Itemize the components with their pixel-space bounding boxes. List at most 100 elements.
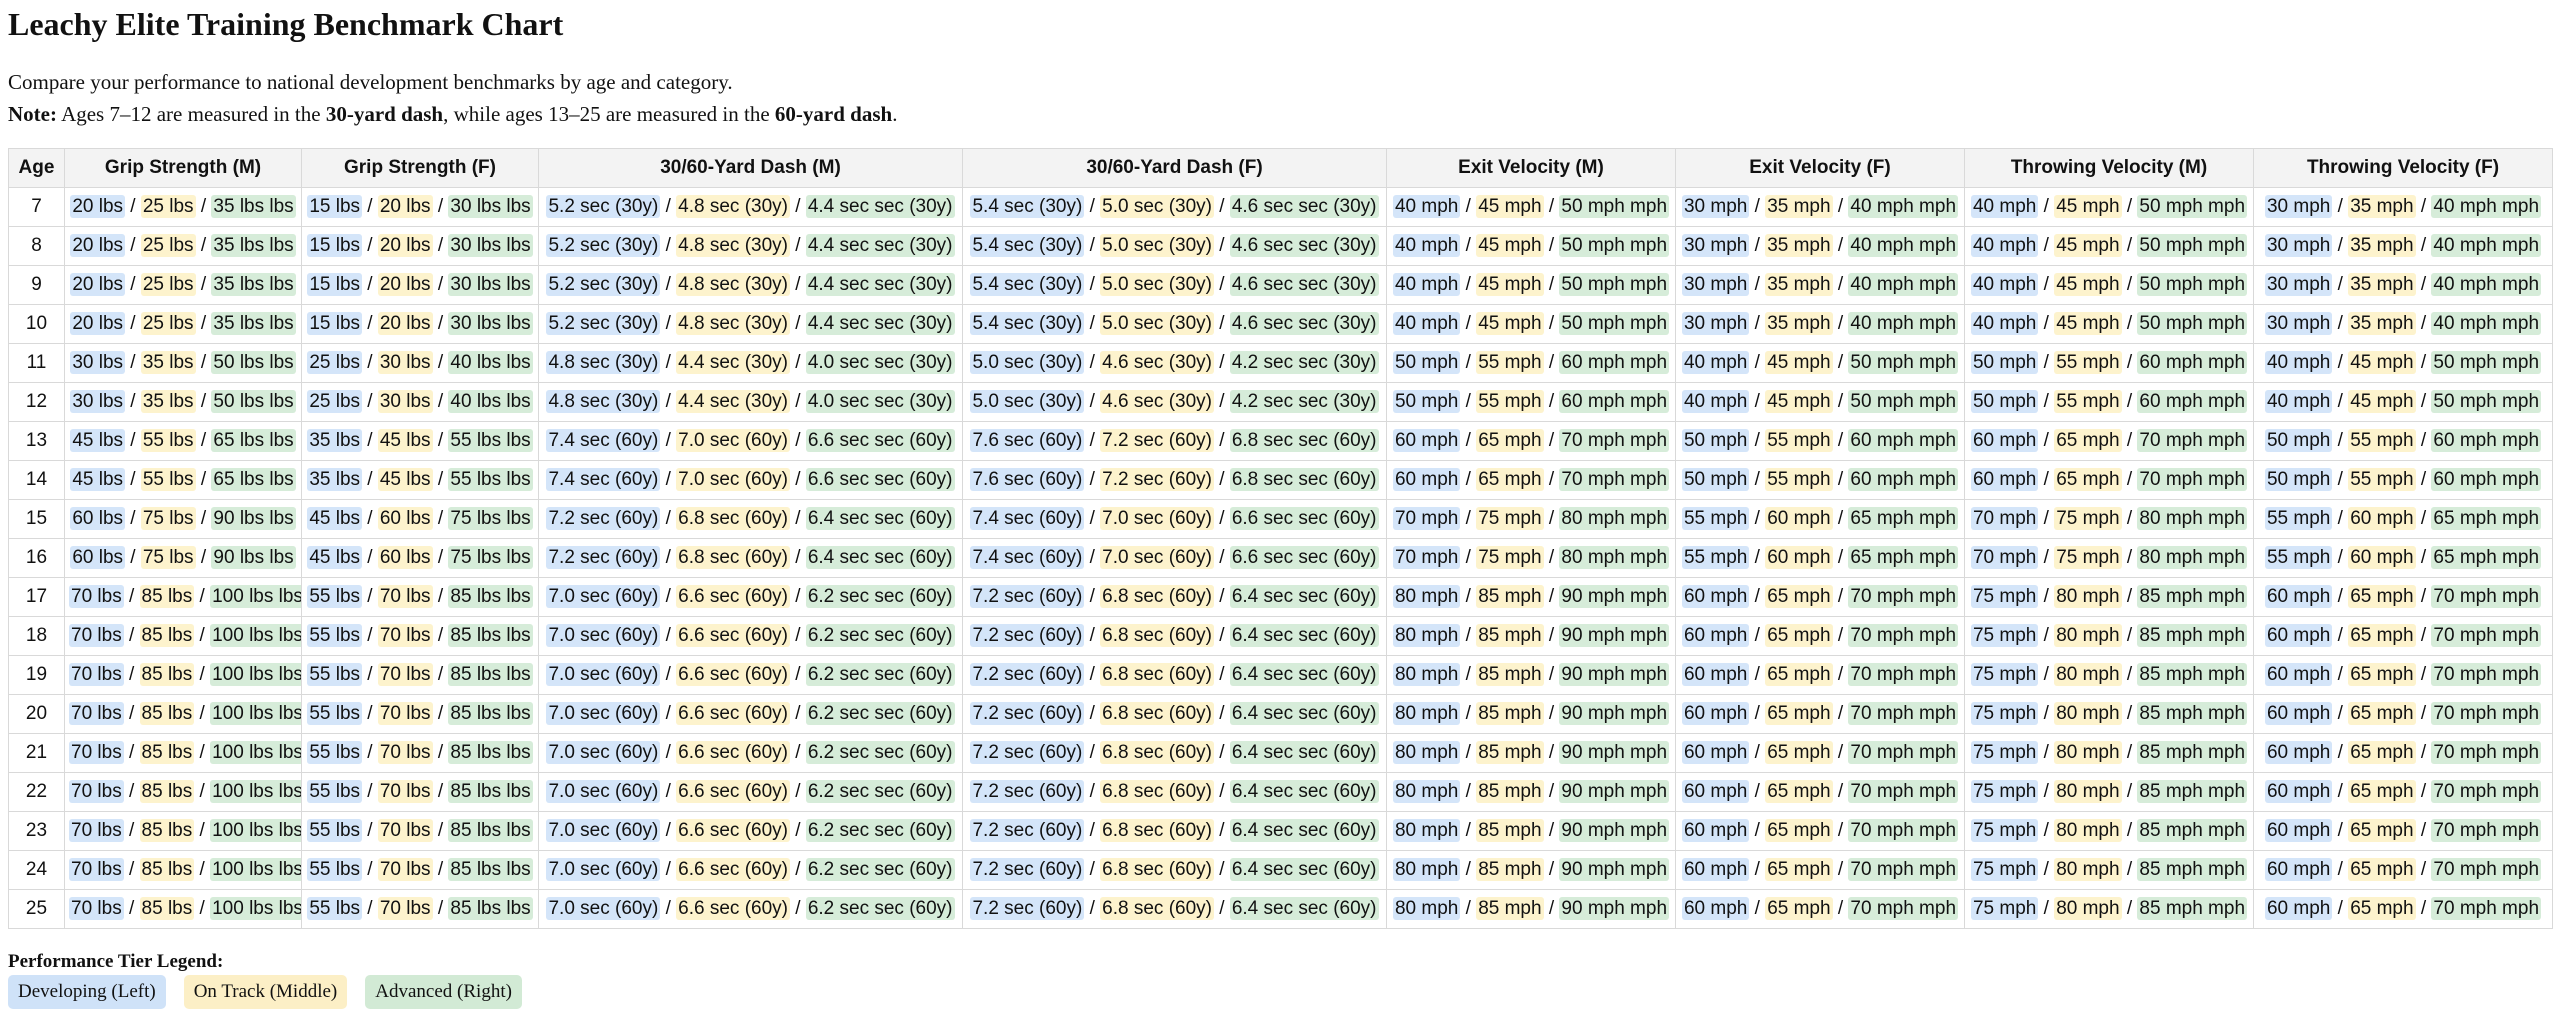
tier-separator: / <box>1213 859 1230 880</box>
tier-separator: / <box>1213 274 1230 295</box>
on-track-value: 6.6 sec (60y) <box>676 663 790 686</box>
tier-separator: / <box>1832 274 1849 295</box>
tier-separator: / <box>362 586 378 607</box>
benchmark-cell: 15 lbs / 20 lbs / 30 lbs lbs <box>301 304 539 344</box>
tier-separator: / <box>1213 703 1230 724</box>
tier-separator: / <box>789 664 806 685</box>
tier-separator: / <box>123 625 140 646</box>
on-track-value: 80 mph <box>2054 819 2122 842</box>
advanced-value: 90 mph mph <box>1559 897 1670 920</box>
advanced-value: 6.2 sec sec (60y) <box>805 663 955 686</box>
benchmark-cell: 25 lbs / 30 lbs / 40 lbs lbs <box>301 382 539 422</box>
benchmark-cell: 70 mph / 75 mph / 80 mph mph <box>1386 499 1676 539</box>
advanced-value: 4.2 sec sec (30y) <box>1229 351 1379 374</box>
advanced-value: 85 lbs lbs <box>448 741 533 764</box>
tier-separator: / <box>1749 742 1766 763</box>
tier-separator: / <box>1832 547 1849 568</box>
on-track-value: 6.6 sec (60y) <box>676 702 790 725</box>
advanced-value: 50 mph mph <box>1848 390 1959 413</box>
on-track-value: 35 mph <box>1765 312 1833 335</box>
tier-separator: / <box>194 859 211 880</box>
advanced-value: 70 mph mph <box>2431 585 2542 608</box>
on-track-value: 65 mph <box>2348 585 2416 608</box>
on-track-value: 85 mph <box>1476 741 1544 764</box>
benchmark-cell: 50 mph / 55 mph / 60 mph mph <box>2253 421 2553 461</box>
advanced-value: 90 lbs lbs <box>211 507 296 530</box>
tier-separator: / <box>1832 664 1849 685</box>
benchmark-cell: 40 mph / 45 mph / 50 mph mph <box>1386 187 1676 227</box>
tier-separator: / <box>2121 820 2138 841</box>
developing-value: 30 mph <box>2264 234 2333 257</box>
tier-separator: / <box>1543 664 1560 685</box>
on-track-value: 85 lbs <box>139 624 195 647</box>
tier-separator: / <box>362 196 378 217</box>
tier-separator: / <box>789 547 806 568</box>
note-text-3: . <box>892 102 898 126</box>
advanced-value: 50 mph mph <box>1559 312 1670 335</box>
tier-separator: / <box>432 274 449 295</box>
tier-separator: / <box>125 352 141 373</box>
table-row: 9 20 lbs / 25 lbs / 35 lbs lbs 15 lbs / 20… <box>8 265 2553 305</box>
developing-value: 5.4 sec (30y) <box>970 273 1085 296</box>
advanced-value: 6.2 sec sec (60y) <box>805 702 955 725</box>
on-track-value: 85 lbs <box>139 741 195 764</box>
on-track-value: 85 mph <box>1476 663 1544 686</box>
developing-value: 80 mph <box>1392 858 1461 881</box>
tier-separator: / <box>2332 508 2349 529</box>
benchmark-cell: 80 mph / 85 mph / 90 mph mph <box>1386 733 1676 773</box>
tier-separator: / <box>362 313 378 334</box>
benchmark-cell: 7.0 sec (60y) / 6.6 sec (60y) / 6.2 sec … <box>538 733 963 773</box>
tier-separator: / <box>1213 664 1230 685</box>
developing-value: 70 lbs <box>69 780 124 803</box>
benchmark-cell: 60 mph / 65 mph / 70 mph mph <box>1386 460 1676 500</box>
tier-separator: / <box>660 586 677 607</box>
tier-separator: / <box>1749 781 1766 802</box>
advanced-value: 40 mph mph <box>2431 273 2542 296</box>
developing-value: 4.8 sec (30y) <box>546 390 661 413</box>
column-header: 30/60-Yard Dash (F) <box>962 148 1387 188</box>
benchmark-cell: 7.0 sec (60y) / 6.6 sec (60y) / 6.2 sec … <box>538 850 963 890</box>
age-cell: 25 <box>8 889 65 929</box>
advanced-value: 90 mph mph <box>1559 624 1670 647</box>
on-track-value: 45 lbs <box>377 429 433 452</box>
tier-separator: / <box>2121 703 2138 724</box>
benchmark-cell: 35 lbs / 45 lbs / 55 lbs lbs <box>301 460 539 500</box>
advanced-value: 85 lbs lbs <box>448 819 533 842</box>
developing-value: 45 lbs <box>307 507 363 530</box>
developing-value: 55 lbs <box>307 780 363 803</box>
on-track-value: 80 mph <box>2054 663 2122 686</box>
developing-value: 70 lbs <box>69 897 124 920</box>
developing-value: 60 mph <box>1970 429 2039 452</box>
tier-separator: / <box>1749 820 1766 841</box>
tier-separator: / <box>2415 586 2432 607</box>
tier-separator: / <box>1084 664 1101 685</box>
tier-separator: / <box>1460 313 1477 334</box>
developing-value: 5.2 sec (30y) <box>546 195 661 218</box>
tier-separator: / <box>195 352 212 373</box>
advanced-value: 6.4 sec sec (60y) <box>1229 897 1379 920</box>
on-track-value: 65 mph <box>2348 663 2416 686</box>
tier-separator: / <box>432 508 449 529</box>
benchmark-cell: 7.0 sec (60y) / 6.6 sec (60y) / 6.2 sec … <box>538 577 963 617</box>
advanced-value: 6.2 sec sec (60y) <box>805 780 955 803</box>
on-track-value: 6.6 sec (60y) <box>676 897 790 920</box>
developing-value: 70 lbs <box>69 663 124 686</box>
tier-separator: / <box>362 508 378 529</box>
tier-separator: / <box>194 781 211 802</box>
benchmark-cell: 7.2 sec (60y) / 6.8 sec (60y) / 6.4 sec … <box>962 889 1387 929</box>
benchmark-cell: 60 mph / 65 mph / 70 mph mph <box>1675 694 1965 734</box>
tier-separator: / <box>2332 313 2349 334</box>
on-track-value: 45 mph <box>1476 273 1544 296</box>
on-track-value: 65 mph <box>1765 702 1833 725</box>
advanced-value: 6.2 sec sec (60y) <box>805 858 955 881</box>
tier-separator: / <box>789 742 806 763</box>
benchmark-cell: 7.0 sec (60y) / 6.6 sec (60y) / 6.2 sec … <box>538 811 963 851</box>
advanced-value: 6.4 sec sec (60y) <box>805 546 955 569</box>
advanced-value: 65 mph mph <box>2431 546 2542 569</box>
on-track-value: 4.8 sec (30y) <box>676 195 790 218</box>
benchmark-cell: 7.0 sec (60y) / 6.6 sec (60y) / 6.2 sec … <box>538 694 963 734</box>
tier-separator: / <box>1543 820 1560 841</box>
developing-value: 55 lbs <box>307 702 363 725</box>
developing-value: 75 mph <box>1970 780 2039 803</box>
tier-separator: / <box>2121 352 2138 373</box>
